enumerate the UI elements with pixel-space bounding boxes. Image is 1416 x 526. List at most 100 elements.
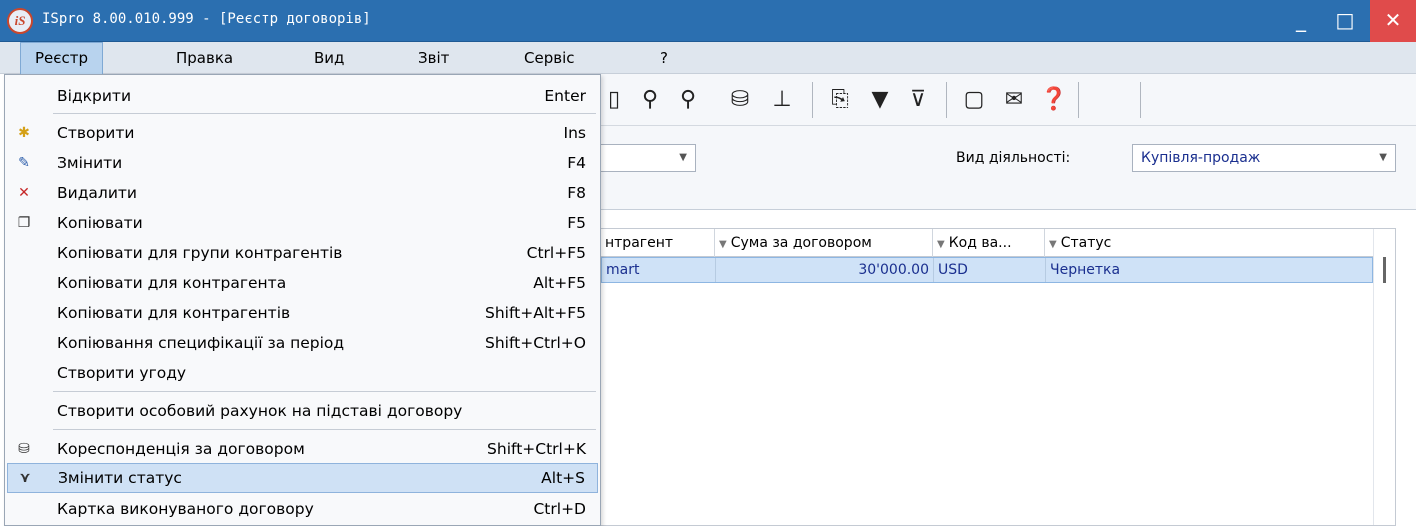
- column-header-currency[interactable]: ▼ Код ва...: [933, 229, 1045, 257]
- form-icon[interactable]: ▢: [960, 86, 988, 114]
- new-doc-icon: ✱: [18, 125, 30, 141]
- menu-item-label: Копіювати для групи контрагентів: [57, 244, 343, 262]
- menu-view[interactable]: Вид: [300, 42, 358, 74]
- correspondence-icon[interactable]: ⛁: [726, 86, 754, 114]
- minimize-button[interactable]: _: [1278, 0, 1324, 42]
- menu-item-shortcut: Ctrl+F5: [526, 244, 586, 262]
- toolbar-separator: [1078, 82, 1079, 118]
- help-icon[interactable]: ❓: [1040, 86, 1068, 114]
- menu-item-create-agreement[interactable]: Створити угоду: [7, 358, 598, 388]
- mail-icon[interactable]: ✉: [1000, 86, 1028, 114]
- grid-header: нтрагент ▼ Сума за договором ▼ Код ва... ▼…: [601, 229, 1373, 257]
- close-button[interactable]: ✕: [1370, 0, 1416, 42]
- column-label: Статус: [1060, 235, 1112, 251]
- filter-icon[interactable]: ▼: [1049, 239, 1057, 250]
- table-row[interactable]: mart 30'000.00 USD Чернетка: [601, 257, 1373, 283]
- scroll-thumb[interactable]: [1383, 257, 1386, 283]
- app-logo-icon: iS: [7, 8, 33, 34]
- menu-item-shortcut: F5: [567, 214, 586, 232]
- hierarchy-icon[interactable]: ⊥: [768, 86, 796, 114]
- filter-icon[interactable]: ▼: [719, 239, 727, 250]
- menu-item-shortcut: Alt+F5: [533, 274, 586, 292]
- menu-registry[interactable]: Реєстр: [20, 42, 104, 74]
- menu-item-edit[interactable]: ✎ Змінити F4: [7, 148, 598, 178]
- correspondence-icon: ⛁: [18, 441, 30, 457]
- menu-item-copy-group[interactable]: Копіювати для групи контрагентів Ctrl+F5: [7, 238, 598, 268]
- menu-item-label: Створити: [57, 124, 135, 142]
- cell-contractor: mart: [602, 258, 716, 282]
- menu-item-shortcut: Ctrl+D: [533, 500, 586, 518]
- menu-item-correspondence[interactable]: ⛁ Кореспонденція за договором Shift+Ctrl…: [7, 434, 598, 464]
- menu-service[interactable]: Сервіс: [510, 42, 588, 74]
- vertical-scrollbar[interactable]: [1373, 229, 1395, 525]
- menu-item-shortcut: F8: [567, 184, 586, 202]
- document-icon[interactable]: ▯: [600, 86, 628, 114]
- menu-item-shortcut: F4: [567, 154, 586, 172]
- clear-filter-icon[interactable]: ⊽: [904, 86, 932, 114]
- menu-item-shortcut: Shift+Ctrl+O: [485, 334, 586, 352]
- period-combo[interactable]: ▼: [600, 144, 696, 172]
- chevron-down-icon: ▼: [1379, 152, 1387, 163]
- menu-bar: Реєстр Правка Вид Звіт Сервіс ?: [0, 42, 1416, 74]
- menu-item-shortcut: Ins: [563, 124, 586, 142]
- menu-item-label: Копіювати: [57, 214, 143, 232]
- filter-row: ▼ Вид діяльності: Купівля-продаж ▼: [600, 126, 1416, 182]
- toolbar-separator: [1140, 82, 1141, 118]
- menu-item-shortcut: Enter: [544, 87, 586, 105]
- menu-help[interactable]: ?: [646, 42, 682, 74]
- menu-item-label: Створити угоду: [57, 364, 187, 382]
- copy-icon: ❐: [17, 215, 31, 231]
- column-header-status[interactable]: ▼ Статус: [1045, 229, 1373, 257]
- menu-item-copy-specification[interactable]: Копіювання специфікації за період Shift+…: [7, 328, 598, 358]
- column-header-contractor[interactable]: нтрагент: [601, 229, 715, 257]
- menu-item-label: Створити особовий рахунок на підставі до…: [57, 402, 463, 420]
- menu-item-shortcut: Shift+Alt+F5: [485, 304, 586, 322]
- menu-item-copy-contractor[interactable]: Копіювати для контрагента Alt+F5: [7, 268, 598, 298]
- cell-currency: USD: [934, 258, 1046, 282]
- search-icon[interactable]: ⚲: [636, 86, 664, 114]
- filter-icon[interactable]: ▼: [866, 86, 894, 114]
- activity-combo[interactable]: Купівля-продаж ▼: [1132, 144, 1396, 172]
- menu-item-label: Видалити: [57, 184, 138, 202]
- menu-item-copy-contractors[interactable]: Копіювати для контрагентів Shift+Alt+F5: [7, 298, 598, 328]
- edit-doc-icon: ✎: [18, 155, 30, 171]
- menu-separator: [53, 429, 596, 430]
- menu-separator: [53, 113, 596, 114]
- column-label: Код ва...: [948, 235, 1012, 251]
- title-bar: iS ISpro 8.00.010.999 - [Реєстр договорі…: [0, 0, 1416, 42]
- registry-dropdown-menu: Відкрити Enter ✱ Створити Ins ✎ Змінити …: [4, 74, 601, 526]
- history-icon[interactable]: ⎘: [826, 86, 854, 114]
- menu-item-shortcut: Shift+Ctrl+K: [487, 440, 586, 458]
- menu-item-shortcut: Alt+S: [541, 469, 585, 487]
- menu-item-label: Змінити: [57, 154, 123, 172]
- delete-doc-icon: ✕: [18, 185, 30, 201]
- menu-item-label: Відкрити: [57, 87, 132, 105]
- menu-item-open[interactable]: Відкрити Enter: [7, 81, 598, 111]
- menu-item-create-personal-account[interactable]: Створити особовий рахунок на підставі до…: [7, 396, 598, 426]
- activity-label: Вид діяльності:: [956, 150, 1071, 166]
- contracts-grid: нтрагент ▼ Сума за договором ▼ Код ва... ▼…: [600, 228, 1396, 526]
- menu-item-change-status[interactable]: ⋎ Змінити статус Alt+S: [7, 463, 598, 493]
- menu-item-label: Копіювати для контрагентів: [57, 304, 291, 322]
- menu-separator: [53, 391, 596, 392]
- toolbar-separator: [812, 82, 813, 118]
- window-title: ISpro 8.00.010.999 - [Реєстр договорів]: [42, 11, 371, 27]
- menu-item-label: Копіювання специфікації за період: [57, 334, 345, 352]
- column-header-amount[interactable]: ▼ Сума за договором: [715, 229, 933, 257]
- column-label: Сума за договором: [730, 235, 872, 251]
- menu-item-delete[interactable]: ✕ Видалити F8: [7, 178, 598, 208]
- filter-icon[interactable]: ▼: [937, 239, 945, 250]
- menu-report[interactable]: Звіт: [404, 42, 463, 74]
- tab-strip: [600, 182, 1416, 210]
- change-status-icon: ⋎: [19, 470, 31, 486]
- menu-item-create[interactable]: ✱ Створити Ins: [7, 118, 598, 148]
- menu-edit[interactable]: Правка: [162, 42, 247, 74]
- activity-value: Купівля-продаж: [1141, 150, 1261, 166]
- menu-item-contract-card[interactable]: Картка виконуваного договору Ctrl+D: [7, 494, 598, 524]
- menu-item-copy[interactable]: ❐ Копіювати F5: [7, 208, 598, 238]
- search-next-icon[interactable]: ⚲: [674, 86, 702, 114]
- toolbar-separator: [946, 82, 947, 118]
- cell-status: Чернетка: [1050, 262, 1121, 278]
- cell-amount: 30'000.00: [716, 258, 934, 282]
- maximize-button[interactable]: □: [1322, 0, 1368, 42]
